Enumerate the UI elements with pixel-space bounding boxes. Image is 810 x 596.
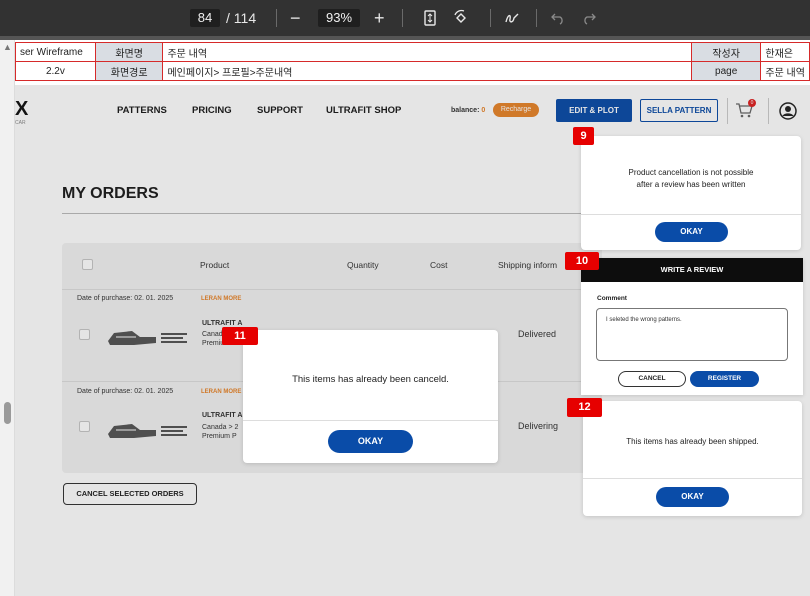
zoom-in-button[interactable]: + xyxy=(374,0,385,36)
draw-icon[interactable] xyxy=(504,10,520,26)
meta-screen-name-label: 화면명 xyxy=(94,42,164,62)
vertical-scrollbar[interactable]: ▲ xyxy=(0,40,15,596)
comment-label: Comment xyxy=(597,295,627,302)
toolbar-divider xyxy=(402,9,403,27)
comment-textarea[interactable]: I seleted the wrong patterns. xyxy=(596,308,788,361)
redo-icon[interactable] xyxy=(582,11,596,25)
zoom-level-input[interactable]: 93% xyxy=(318,9,360,27)
dialog-message-line2: after a review has been written xyxy=(636,180,746,189)
dialog-okay-button[interactable]: OKAY xyxy=(328,430,413,453)
meta-screen-name: 주문 내역 xyxy=(162,42,692,62)
undo-icon[interactable] xyxy=(551,11,565,25)
meta-screen-path-label: 화면경로 xyxy=(94,61,164,81)
meta-author: 한재은 xyxy=(760,42,810,62)
zoom-out-button[interactable]: − xyxy=(290,0,301,36)
toolbar-divider xyxy=(536,9,537,27)
meta-page: 주문 내역 xyxy=(760,61,810,81)
annotation-badge: 10 xyxy=(565,252,599,270)
dialog-okay-button[interactable]: OKAY xyxy=(655,222,728,242)
review-cancel-button[interactable]: CANCEL xyxy=(618,371,686,387)
scroll-up-arrow-icon[interactable]: ▲ xyxy=(3,42,12,52)
review-register-button[interactable]: REGISTER xyxy=(690,371,759,387)
dialog-divider xyxy=(581,214,801,215)
meta-screen-path: 메인페이지> 프로필>주문내역 xyxy=(162,61,692,81)
toolbar-divider xyxy=(276,9,277,27)
meta-doc-type: ser Wireframe xyxy=(15,42,96,62)
dialog-message: This items has already been shipped. xyxy=(626,437,759,446)
annotation-badge: 11 xyxy=(222,327,258,345)
annotation-badge: 12 xyxy=(567,398,602,417)
page-number-input[interactable]: 84 xyxy=(190,9,220,27)
dialog-message: This items has already been canceld. xyxy=(292,374,449,385)
meta-page-label: page xyxy=(690,61,762,81)
rotate-icon[interactable] xyxy=(452,9,470,27)
toolbar-divider xyxy=(490,9,491,27)
dialog-divider xyxy=(583,478,802,479)
dialog-divider xyxy=(243,420,498,421)
meta-author-label: 작성자 xyxy=(690,42,762,62)
scrollbar-thumb[interactable] xyxy=(4,402,11,424)
pdf-page: ▲ ser Wireframe 화면명 주문 내역 작성자 한재은 2.2v 화… xyxy=(0,40,810,596)
pdf-viewer-toolbar: 84 / 114 − 93% + xyxy=(0,0,810,36)
wireframe-meta-table: ser Wireframe 화면명 주문 내역 작성자 한재은 2.2v 화면경… xyxy=(15,42,810,81)
dialog-message-line1: Product cancellation is not possible xyxy=(628,168,754,177)
total-pages: / 114 xyxy=(226,10,257,26)
annotation-badge: 9 xyxy=(573,127,594,145)
fit-page-icon[interactable] xyxy=(424,10,436,26)
dialog-okay-button[interactable]: OKAY xyxy=(656,487,729,507)
meta-version: 2.2v xyxy=(15,61,96,81)
review-dialog-title: WRITE A REVIEW xyxy=(581,258,803,282)
